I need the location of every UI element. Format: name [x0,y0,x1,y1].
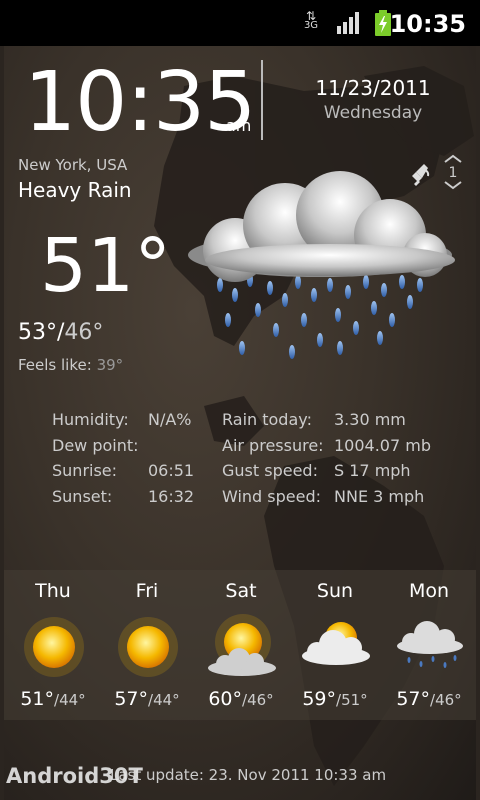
gust-speed-value: S 17 mph [334,461,411,480]
forecast-temps: 60°/46° [194,688,288,710]
location-label: New York, USA [18,156,128,174]
low-temperature: 46° [64,320,104,345]
clock-time[interactable]: 10:35 [24,58,256,148]
mostly-cloudy-icon [302,622,370,665]
forecast-low: /51° [336,691,368,709]
air-pressure-label: Air pressure: [222,435,324,455]
forecast-high: 51° [20,688,55,710]
forecast-day-name: Mon [408,580,450,602]
forecast-day-name: Thu [35,580,71,602]
forecast-strip[interactable]: Thu 51°/44° Fri 57°/44° Sat 60°/46° Sun … [4,570,476,720]
forecast-high: 57° [114,688,149,710]
wind-speed-label: Wind speed: [222,486,322,506]
forecast-day[interactable]: Mon 57°/46° [382,570,476,720]
forecast-day[interactable]: Fri 57°/44° [100,570,194,720]
high-low-temperature: 53°/46° [18,320,103,345]
forecast-low: /44° [54,691,86,709]
humidity-label: Humidity: [52,410,129,429]
heavy-rain-icon [188,171,455,359]
humidity-value: N/A% [148,410,192,429]
status-time: 10:35 [389,10,466,38]
forecast-day[interactable]: Sat 60°/46° [194,570,288,720]
details-labels-left: Humidity: Dew point: Sunrise: Sunset: [52,407,142,509]
clock-date[interactable]: 11/23/2011 [300,76,446,100]
feels-like-value: 39° [96,356,124,374]
forecast-high: 59° [302,688,337,710]
rain-today-value: 3.30 mm [334,410,406,429]
high-temperature: 53° [18,320,57,345]
forecast-day-name: Fri [135,580,159,602]
rain-today-label: Rain today: [222,410,312,429]
forecast-day[interactable]: Thu 51°/44° [6,570,100,720]
forecast-high: 57° [396,688,431,710]
forecast-temps: 59°/51° [288,688,382,710]
rain-drops [217,273,423,359]
forecast-low: /44° [148,691,180,709]
rain-cloud [188,171,455,282]
last-update-label: Last update: 23. Nov 2011 10:33 am [110,766,387,784]
condition-label: Heavy Rain [18,178,132,202]
sun-icon [24,617,84,677]
sun-icon [118,617,178,677]
status-bar: ⇅ 3G 10:35 [0,0,480,46]
forecast-temps: 57°/44° [100,688,194,710]
dew-point-value [148,433,218,459]
forecast-day[interactable]: Sun 59°/51° [288,570,382,720]
gust-speed-label: Gust speed: [222,461,318,480]
wind-speed-value: NNE 3 mph [334,486,425,506]
forecast-day-name: Sat [225,580,257,602]
clock-divider [261,60,263,140]
details-values-left: N/A% 06:51 16:32 [148,407,218,509]
network-3g-icon: ⇅ 3G [303,9,319,31]
feels-like-label: Feels like: [18,356,92,374]
feels-like: Feels like: 39° [18,356,123,374]
air-pressure-value: 1004.07 mb [334,435,431,455]
forecast-temps: 57°/46° [382,688,476,710]
clock-ampm: am [226,116,252,135]
watermark-logo: Android30T [6,764,143,788]
details-labels-right: Rain today: Air pressure: Gust speed: Wi… [222,407,332,509]
sunrise-label: Sunrise: [52,461,118,480]
light-rain-icon [397,621,463,668]
clock-weekday: Wednesday [323,103,423,123]
forecast-high: 60° [208,688,243,710]
partly-cloudy-icon [208,614,276,676]
sunset-label: Sunset: [52,486,113,506]
sunrise-value: 06:51 [148,461,195,480]
signal-strength-icon [337,12,359,34]
sunset-value: 16:32 [148,486,195,506]
current-temperature: 51° [40,223,172,309]
forecast-low: /46° [430,691,462,709]
details-values-right: 3.30 mm 1004.07 mb S 17 mph NNE 3 mph [334,407,474,509]
forecast-temps: 51°/44° [6,688,100,710]
forecast-day-name: Sun [316,580,354,602]
forecast-low: /46° [242,691,274,709]
dew-point-label: Dew point: [52,435,139,455]
